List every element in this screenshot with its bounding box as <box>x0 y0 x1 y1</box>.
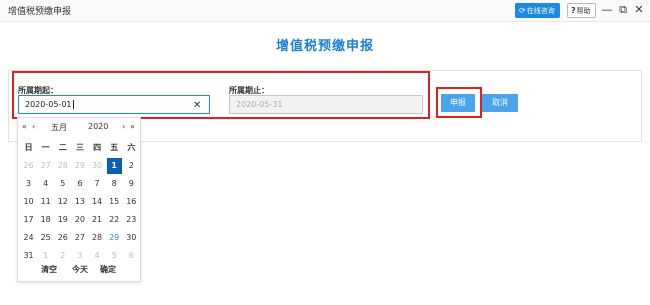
weekday-label: 二 <box>58 143 67 152</box>
clear-icon[interactable]: ✕ <box>193 100 201 111</box>
weekday-label: 三 <box>75 143 84 152</box>
calendar-day[interactable]: 10 <box>20 193 37 211</box>
calendar-day[interactable]: 8 <box>106 175 123 193</box>
calendar-day[interactable]: 28 <box>54 157 71 175</box>
weekday-label: 五 <box>110 143 119 152</box>
selected-day-number: 1 <box>106 158 122 174</box>
calendar-week-row: 10 11 12 13 14 15 16 <box>20 193 140 211</box>
calendar-week-row: 26 27 28 29 30 1 2 <box>20 157 140 175</box>
calendar-day[interactable]: 2 <box>123 157 140 175</box>
calendar-confirm-button[interactable]: 确定 <box>100 264 116 275</box>
help-label: 帮助 <box>576 7 591 15</box>
calendar-day[interactable]: 29 <box>106 229 123 247</box>
calendar-day[interactable]: 28 <box>89 229 106 247</box>
close-icon[interactable]: ✕ <box>633 3 645 17</box>
calendar-day[interactable]: 19 <box>54 211 71 229</box>
calendar-week-row: 24 25 26 27 28 29 30 <box>20 229 140 247</box>
calendar-grid: 日一二三四五六 26 27 28 29 30 1 2 3 4 5 6 7 8 9 10 11 12 13 14 15 16… <box>20 139 140 265</box>
calendar-day[interactable]: 5 <box>54 175 71 193</box>
calendar-day[interactable]: 4 <box>37 175 54 193</box>
calendar-week-row: 31 1 2 3 4 5 6 <box>20 247 140 265</box>
calendar-day[interactable]: 30 <box>89 157 106 175</box>
restore-icon[interactable]: ⧉ <box>617 3 629 17</box>
calendar-day[interactable]: 14 <box>89 193 106 211</box>
calendar-day[interactable]: 31 <box>20 247 37 265</box>
calendar-day[interactable]: 3 <box>71 247 88 265</box>
calendar-day[interactable]: 20 <box>71 211 88 229</box>
calendar-month[interactable]: 五月 <box>51 122 67 133</box>
calendar-day[interactable]: 4 <box>89 247 106 265</box>
weekday-label: 日 <box>24 143 33 152</box>
calendar-day[interactable]: 25 <box>37 229 54 247</box>
calendar-day[interactable]: 6 <box>71 175 88 193</box>
next-month-icon[interactable]: › <box>122 122 125 132</box>
prev-year-icon[interactable]: « <box>22 122 27 132</box>
end-date-value: 2020-05-31 <box>236 100 283 109</box>
calendar-day[interactable]: 3 <box>20 175 37 193</box>
calendar-day[interactable]: 22 <box>106 211 123 229</box>
start-date-input[interactable]: 2020-05-01 <box>18 95 210 114</box>
calendar-day[interactable]: 9 <box>123 175 140 193</box>
text-caret <box>72 100 74 109</box>
weekday-label: 一 <box>41 143 50 152</box>
page-title: 增值税预缴申报 <box>275 39 374 54</box>
date-picker: « ‹ 五月 2020 › » 日一二三四五六 26 27 28 29 30 1 2 3 4 5 6 7… <box>17 117 141 282</box>
calendar-day[interactable]: 15 <box>106 193 123 211</box>
calendar-week-row: 17 18 19 20 21 22 23 <box>20 211 140 229</box>
help-button[interactable]: ?帮助 <box>567 3 596 18</box>
calendar-week-row: 3456789 <box>20 175 140 193</box>
weekday-label: 四 <box>93 143 102 152</box>
next-year-icon[interactable]: » <box>130 122 135 132</box>
weekday-header-row: 日一二三四五六 <box>20 139 140 157</box>
refresh-icon: ⟳ <box>519 6 526 15</box>
calendar-day[interactable]: 16 <box>123 193 140 211</box>
window-title: 增值税预缴申报 <box>8 7 72 17</box>
calendar-day[interactable]: 12 <box>54 193 71 211</box>
calendar-day[interactable]: 2 <box>54 247 71 265</box>
calendar-day[interactable]: 6 <box>123 247 140 265</box>
online-consult-button[interactable]: ⟳在线咨询 <box>515 3 560 18</box>
weekday-label: 六 <box>127 143 136 152</box>
calendar-day[interactable]: 26 <box>54 229 71 247</box>
cancel-button[interactable]: 取消 <box>482 94 518 112</box>
calendar-day[interactable]: 17 <box>20 211 37 229</box>
calendar-day[interactable]: 7 <box>89 175 106 193</box>
calendar-year[interactable]: 2020 <box>88 122 108 131</box>
calendar-day[interactable]: 5 <box>106 247 123 265</box>
minimize-icon[interactable]: — <box>601 3 613 17</box>
calendar-clear-button[interactable]: 清空 <box>41 264 57 275</box>
calendar-day[interactable]: 27 <box>71 229 88 247</box>
question-icon: ? <box>571 6 576 15</box>
end-date-input[interactable]: 2020-05-31 <box>229 95 423 114</box>
calendar-day[interactable]: 1 <box>37 247 54 265</box>
calendar-day[interactable]: 18 <box>37 211 54 229</box>
calendar-day[interactable]: 23 <box>123 211 140 229</box>
prev-month-icon[interactable]: ‹ <box>32 122 35 132</box>
calendar-today-button[interactable]: 今天 <box>72 264 88 275</box>
calendar-day-selected[interactable]: 1 <box>106 157 123 175</box>
calendar-day[interactable]: 11 <box>37 193 54 211</box>
submit-button[interactable]: 申报 <box>441 94 475 112</box>
calendar-day[interactable]: 27 <box>37 157 54 175</box>
calendar-day[interactable]: 21 <box>89 211 106 229</box>
calendar-day[interactable]: 13 <box>71 193 88 211</box>
calendar-day[interactable]: 26 <box>20 157 37 175</box>
calendar-day[interactable]: 29 <box>71 157 88 175</box>
window-titlebar: 增值税预缴申报 ⟳在线咨询 ?帮助 — ⧉ ✕ <box>0 0 650 22</box>
calendar-day[interactable]: 30 <box>123 229 140 247</box>
online-consult-label: 在线咨询 <box>526 7 555 15</box>
calendar-day[interactable]: 24 <box>20 229 37 247</box>
start-date-value: 2020-05-01 <box>25 100 72 109</box>
